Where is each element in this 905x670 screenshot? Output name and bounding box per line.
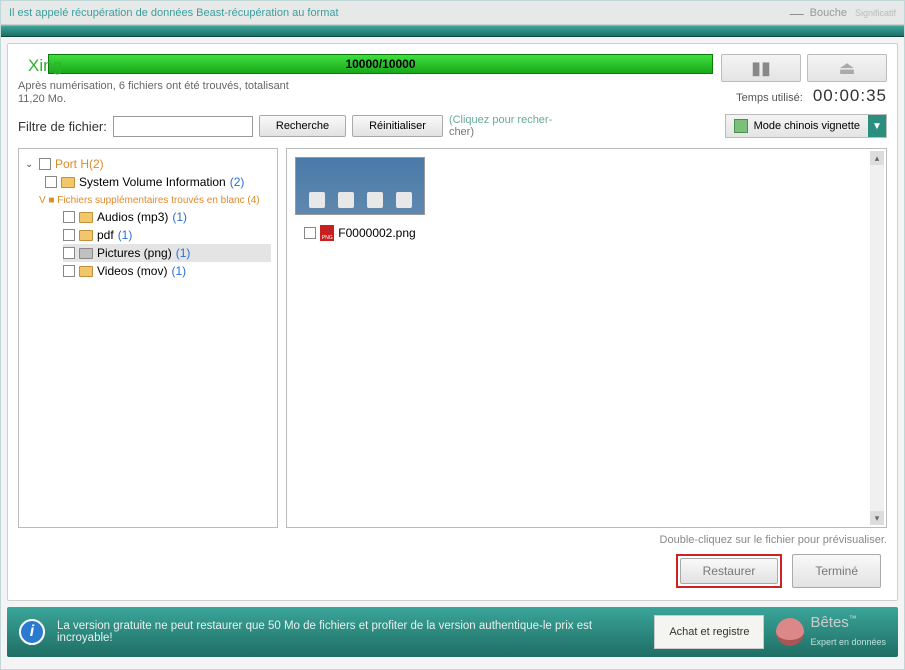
preview-hint: Double-cliquez sur le fichier pour prévi… [18, 534, 887, 546]
top-ribbon [1, 25, 904, 37]
filter-input[interactable] [113, 116, 253, 137]
search-button[interactable]: Recherche [259, 115, 346, 137]
tree-node-pictures[interactable]: Pictures (png) (1) [63, 244, 271, 262]
file-list-pane: F0000002.png ▴ ▾ [286, 148, 887, 528]
window-title: Il est appelé récupération de données Be… [9, 7, 339, 19]
checkbox[interactable] [45, 176, 57, 188]
extra-files-label: V ■ Fichiers supplémentaires trouvés en … [39, 195, 271, 206]
tree-root-label: Port H(2) [55, 157, 104, 171]
footer-bar: i La version gratuite ne peut restaurer … [7, 607, 898, 657]
view-mode-label: Mode chinois vignette [754, 120, 860, 132]
file-name: F0000002.png [338, 226, 415, 240]
main-panel: Xing 10000/10000 Après numérisation, 6 f… [7, 43, 898, 601]
checkbox[interactable] [39, 158, 51, 170]
folder-icon [79, 212, 93, 223]
search-hint-2: cher) [449, 126, 552, 138]
stop-button[interactable]: ⏏ [807, 54, 887, 82]
finish-button[interactable]: Terminé [792, 554, 881, 588]
tree-count: (2) [230, 175, 245, 189]
tree-node-pdf[interactable]: pdf (1) [63, 226, 271, 244]
tree-count: (1) [171, 264, 186, 278]
filter-label: Filtre de fichier: [18, 119, 107, 134]
folder-icon [79, 266, 93, 277]
progress-counter: 10000/10000 [345, 57, 415, 71]
progress-bar: 10000/10000 [48, 54, 713, 74]
tree-label: Pictures (png) [97, 246, 172, 260]
search-hint-1: (Cliquez pour recher- [449, 114, 552, 126]
scan-label: Xing [28, 56, 62, 76]
restore-highlight-box: Restaurer [676, 554, 783, 588]
titlebar-word-2[interactable]: Significatif [855, 8, 896, 18]
pause-icon: ▮▮ [751, 58, 771, 79]
pause-button[interactable]: ▮▮ [721, 54, 801, 82]
checkbox[interactable] [63, 247, 75, 259]
checkbox[interactable] [304, 227, 316, 239]
restore-button[interactable]: Restaurer [680, 558, 779, 584]
brand-name: Bêtes [810, 614, 848, 631]
tree-label: Videos (mov) [97, 264, 167, 278]
tree-label: Audios (mp3) [97, 210, 168, 224]
time-used-label: Temps utilisé: [736, 92, 803, 104]
brand-subtitle: Expert en données [810, 637, 886, 647]
view-mode-dropdown-icon[interactable]: ▼ [868, 115, 886, 137]
tree-node-audios[interactable]: Audios (mp3) (1) [63, 208, 271, 226]
tree-node-system-volume[interactable]: System Volume Information (2) [45, 173, 271, 191]
tree-count: (1) [172, 210, 187, 224]
scrollbar[interactable]: ▴ ▾ [870, 151, 884, 525]
tree-node-videos[interactable]: Videos (mov) (1) [63, 262, 271, 280]
minimize-icon[interactable]: — [790, 5, 804, 21]
folder-icon [61, 177, 75, 188]
scan-status: Après numérisation, 6 fichiers ont été t… [18, 80, 713, 106]
buy-register-button[interactable]: Achat et registre [654, 615, 764, 649]
checkbox[interactable] [63, 229, 75, 241]
folder-icon [79, 248, 93, 259]
checkbox[interactable] [63, 265, 75, 277]
tree-count: (1) [176, 246, 191, 260]
png-icon [320, 225, 334, 241]
chevron-down-icon[interactable]: ⌄ [25, 159, 35, 170]
scroll-down-icon[interactable]: ▾ [870, 511, 884, 525]
tree-label: System Volume Information [79, 175, 226, 189]
reset-button[interactable]: Réinitialiser [352, 115, 443, 137]
tree-count: (1) [118, 228, 133, 242]
view-mode-selector[interactable]: Mode chinois vignette ▼ [725, 114, 887, 138]
checkbox[interactable] [63, 211, 75, 223]
footer-message: La version gratuite ne peut restaurer qu… [57, 620, 642, 644]
folder-icon [79, 230, 93, 241]
file-item[interactable]: F0000002.png [295, 157, 425, 241]
brand-area: Bêtes™ Expert en données [776, 614, 886, 650]
titlebar-word-1[interactable]: Bouche [810, 7, 847, 19]
time-used-value: 00:00:35 [813, 86, 887, 106]
info-icon: i [19, 619, 45, 645]
brand-icon [776, 618, 804, 646]
file-thumbnail [295, 157, 425, 215]
scroll-up-icon[interactable]: ▴ [870, 151, 884, 165]
eject-icon: ⏏ [838, 58, 855, 79]
window-titlebar: Il est appelé récupération de données Be… [1, 1, 904, 25]
tree-label: pdf [97, 228, 114, 242]
tree-root[interactable]: ⌄ Port H(2) [25, 155, 271, 173]
thumbnail-icon [734, 119, 748, 133]
file-tree: ⌄ Port H(2) System Volume Information (2… [18, 148, 278, 528]
